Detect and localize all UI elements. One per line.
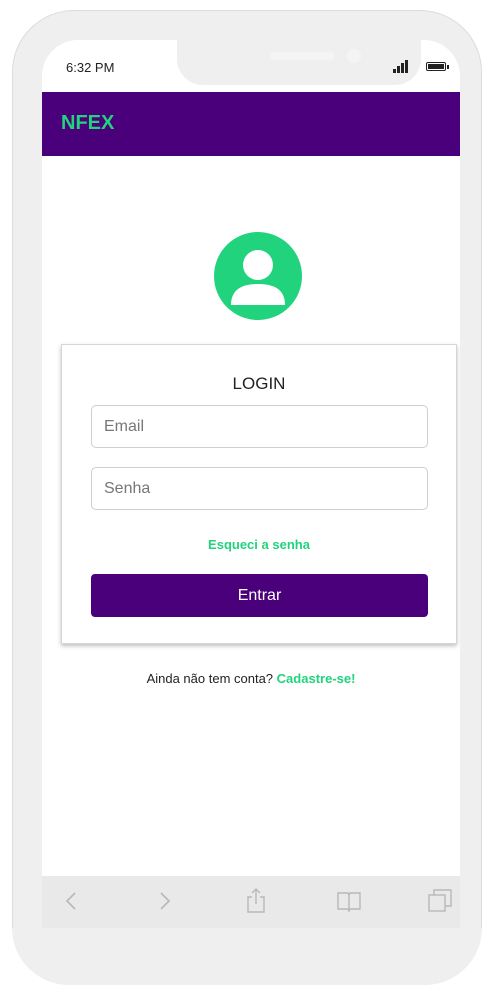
password-input[interactable] [91,467,428,510]
forgot-password-link[interactable]: Esqueci a senha [62,537,456,552]
forward-icon[interactable] [150,887,178,915]
back-icon[interactable] [58,887,86,915]
phone-bottom-bezel [12,928,482,985]
tabs-icon[interactable] [426,887,454,915]
camera-icon [347,49,361,63]
bookmarks-icon[interactable] [335,887,363,915]
phone-screen: 6:32 PM NFEX LOGIN Esqueci a senha Entra… [42,40,460,972]
speaker-icon [270,52,334,60]
battery-icon [426,62,449,71]
signup-prompt-text: Ainda não tem conta? [146,671,274,686]
phone-notch [177,40,421,85]
brand-logo[interactable]: NFEX [61,112,114,135]
login-card: LOGIN Esqueci a senha Entrar [61,344,457,644]
login-button[interactable]: Entrar [91,574,428,617]
app-header: NFEX [42,92,460,156]
signup-link[interactable]: Cadastre-se! [277,671,356,686]
signal-icon [393,59,413,73]
signup-prompt: Ainda não tem conta? Cadastre-se! [42,671,460,686]
status-time: 6:32 PM [66,60,115,75]
login-title: LOGIN [232,374,286,393]
user-avatar-icon [214,232,302,320]
email-input[interactable] [91,405,428,448]
share-icon[interactable] [242,887,270,915]
